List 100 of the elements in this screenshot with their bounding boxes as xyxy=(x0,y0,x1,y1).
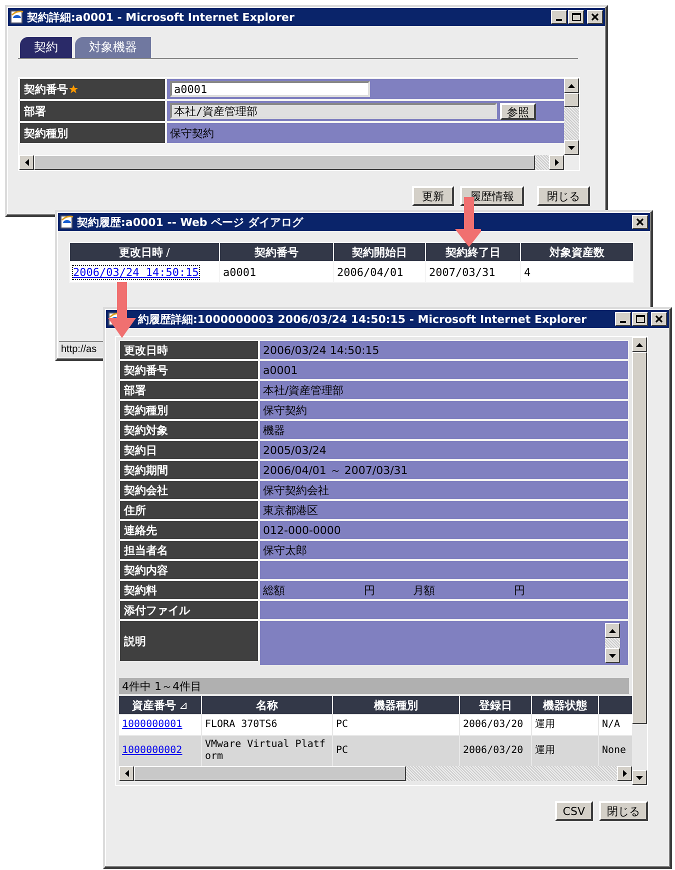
window-title: 契約履歴:a0001 -- Web ページ ダイアログ xyxy=(77,214,304,230)
column-header[interactable] xyxy=(599,696,633,714)
field-label: 契約番号 xyxy=(120,361,258,379)
field-label: 説明 xyxy=(120,621,258,661)
browse-button[interactable]: 参照 xyxy=(500,102,536,120)
table-cell: FLORA 370TS6 xyxy=(202,715,332,735)
table-cell: PC xyxy=(333,736,459,766)
field-label: 住所 xyxy=(120,501,258,519)
pointer-arrow xyxy=(108,282,136,338)
scroll-track[interactable] xyxy=(605,638,620,648)
table-cell: 2006/03/20 xyxy=(460,736,531,766)
up-arrow-icon[interactable] xyxy=(635,342,644,348)
action-button[interactable]: CSV xyxy=(554,801,593,821)
header-label: 契約終了日 xyxy=(446,244,500,260)
column-header[interactable]: 契約終了日 xyxy=(426,243,520,261)
field-value: 保守太郎 xyxy=(263,542,307,558)
down-arrow-icon[interactable] xyxy=(635,774,644,780)
column-header[interactable]: 資産番号 ⊿ xyxy=(119,696,201,714)
close-button[interactable] xyxy=(632,215,648,229)
window-title: 約履歴詳細:1000000003 2006/03/24 14:50:15 - Microsoft Internet Explorer xyxy=(136,312,588,326)
close-button[interactable] xyxy=(587,10,603,24)
table-cell: 2007/03/31 xyxy=(426,262,520,282)
field-value: 保守契約 xyxy=(263,402,307,418)
vertical-scrollbar[interactable] xyxy=(632,337,647,785)
sort-mark[interactable]: / xyxy=(166,246,170,258)
column-header[interactable]: 機器状態 xyxy=(532,696,598,714)
text-field[interactable]: a0001 xyxy=(170,81,370,97)
minimize-icon xyxy=(556,19,562,21)
table-cell: 2006/04/01 xyxy=(334,262,425,282)
browser-page-icon xyxy=(60,215,74,229)
field-label: 更改日時 xyxy=(120,341,258,359)
table-cell: 4 xyxy=(521,262,633,282)
vertical-scrollbar[interactable] xyxy=(564,78,579,155)
header-label: 機器種別 xyxy=(374,698,418,712)
column-header[interactable]: 機器種別 xyxy=(333,696,459,714)
field-value: 月額 xyxy=(413,582,436,598)
record-link[interactable]: 2006/03/24 14:50:15 xyxy=(73,266,199,278)
table-cell: 運用 xyxy=(532,736,598,766)
vertical-scrollbar[interactable] xyxy=(605,623,620,663)
minimize-button[interactable] xyxy=(615,312,631,326)
maximize-button[interactable] xyxy=(568,10,584,24)
maximize-button[interactable] xyxy=(632,312,648,326)
left-arrow-icon[interactable] xyxy=(124,769,130,778)
horizontal-scrollbar[interactable] xyxy=(119,766,632,781)
right-arrow-icon[interactable] xyxy=(554,158,560,167)
field-label: 契約料 xyxy=(120,581,258,599)
record-link[interactable]: 1000000002 xyxy=(122,745,182,757)
minimize-button[interactable] xyxy=(551,10,567,24)
sort-mark[interactable]: ⊿ xyxy=(178,698,188,712)
scroll-thumb[interactable] xyxy=(564,93,579,107)
column-header[interactable]: 更改日時 / xyxy=(70,243,219,261)
maximize-icon xyxy=(570,12,582,22)
field-value: 012-000-0000 xyxy=(263,524,341,536)
browser-page-icon xyxy=(10,10,24,24)
table-cell: VMware Virtual Platform xyxy=(202,736,332,766)
record-link[interactable]: 1000000001 xyxy=(122,719,182,731)
down-arrow-icon[interactable] xyxy=(567,144,576,150)
tab[interactable]: 契約 xyxy=(20,37,72,58)
scroll-thumb[interactable] xyxy=(632,352,647,724)
field-label: 契約期間 xyxy=(120,461,258,479)
left-arrow-icon[interactable] xyxy=(24,158,30,167)
up-arrow-icon[interactable] xyxy=(567,82,576,88)
column-header[interactable]: 登録日 xyxy=(460,696,531,714)
field-value: 円 xyxy=(364,582,376,598)
label-text: 部署 xyxy=(24,104,46,118)
table-cell: 運用 xyxy=(532,715,598,735)
header-label: 資産番号 xyxy=(132,698,176,712)
header-label: 機器状態 xyxy=(543,698,587,712)
action-button[interactable]: 閉じる xyxy=(537,186,590,206)
header-label: 契約開始日 xyxy=(352,244,407,260)
scroll-track[interactable] xyxy=(535,155,549,170)
tab[interactable]: 対象機器 xyxy=(75,37,151,58)
up-arrow-icon[interactable] xyxy=(608,628,617,634)
table-cell: PC xyxy=(333,715,459,735)
minimize-icon xyxy=(620,321,626,323)
text-field[interactable]: 本社/資産管理部 xyxy=(170,103,497,119)
column-header[interactable]: 対象資産数 xyxy=(521,243,633,261)
column-header[interactable]: 契約番号 xyxy=(220,243,333,261)
field-value: 機器 xyxy=(263,422,285,438)
field-value: 総額 xyxy=(263,582,286,598)
right-arrow-icon[interactable] xyxy=(622,769,628,778)
column-header[interactable]: 契約開始日 xyxy=(334,243,425,261)
close-icon xyxy=(634,217,646,227)
field-value: 円 xyxy=(514,582,526,598)
action-button[interactable]: 閉じる xyxy=(599,801,648,821)
table-cell: 2006/03/20 xyxy=(460,715,531,735)
action-button[interactable]: 更新 xyxy=(412,186,454,206)
header-label: 対象資産数 xyxy=(550,244,604,260)
close-button[interactable] xyxy=(651,312,667,326)
column-header[interactable]: 名称 xyxy=(202,696,332,714)
down-arrow-icon[interactable] xyxy=(608,652,617,658)
header-label: 更改日時 xyxy=(119,244,164,260)
field-value: 保守契約会社 xyxy=(263,482,329,498)
close-icon xyxy=(589,12,601,22)
field-label: 契約日 xyxy=(120,441,258,459)
window-title: 契約詳細:a0001 - Microsoft Internet Explorer xyxy=(27,10,296,24)
close-icon xyxy=(653,314,665,324)
header-label: 契約番号 xyxy=(254,244,298,260)
scroll-thumb[interactable] xyxy=(134,766,406,781)
header-label: 登録日 xyxy=(479,698,512,712)
